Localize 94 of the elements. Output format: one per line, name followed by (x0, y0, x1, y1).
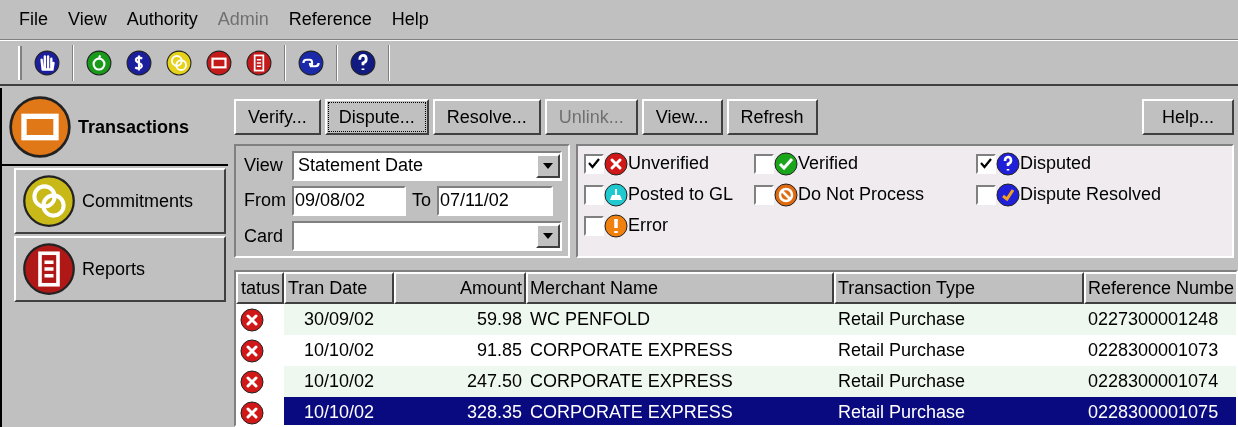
action-button[interactable]: Refresh (726, 99, 818, 135)
error-icon (604, 213, 628, 238)
check-icon (588, 158, 600, 169)
column-header[interactable]: Transaction Type (834, 272, 1084, 304)
status-label: Do Not Process (798, 183, 925, 206)
table-cell-text: WC PENFOLD (529, 308, 651, 331)
verified-icon (774, 151, 798, 176)
hand-button[interactable] (32, 47, 62, 78)
column-header[interactable]: Amount (394, 272, 526, 304)
rings-icon (166, 49, 192, 76)
disputed-icon (996, 151, 1020, 176)
menu-item[interactable]: Help (388, 6, 432, 33)
checkbox[interactable] (976, 184, 996, 205)
table-row[interactable]: 10/10/02 247.50 CORPORATE EXPRESS Retail Purchase 0228300001074 (236, 366, 1236, 397)
hand-icon (34, 49, 60, 76)
checkbox[interactable] (584, 215, 604, 236)
status-label: Disputed (1020, 152, 1092, 175)
sidebar-tab[interactable]: Reports (14, 236, 226, 302)
help-button[interactable] (348, 47, 378, 78)
document-icon (22, 242, 76, 296)
caret-icon (543, 233, 553, 240)
action-button[interactable]: Dispute... (324, 99, 429, 135)
table-cell-text: Retail Purchase (837, 308, 967, 331)
help-button[interactable]: Help... (1141, 99, 1234, 135)
action-button[interactable]: Verify... (234, 99, 321, 135)
table-cell-text: CORPORATE EXPRESS (529, 370, 734, 393)
from-label: From (244, 189, 286, 213)
menu-item[interactable]: Authority (123, 6, 201, 33)
table-row[interactable]: 10/10/02 328.35 CORPORATE EXPRESS Retail Purchase 0228300001075 (236, 397, 1236, 425)
menu-item[interactable]: View (65, 6, 110, 33)
unverified-icon (240, 369, 264, 394)
table-cell-text: 0228300001075 (1087, 401, 1220, 424)
status-label: Unverified (628, 152, 710, 175)
menu-item[interactable]: Reference (285, 6, 375, 33)
document-icon (246, 49, 272, 76)
table-cell-text: 59.98 (475, 308, 523, 331)
table-cell-text: 10/10/02 (302, 401, 376, 424)
status-label: Dispute Resolved (1020, 183, 1162, 206)
status-label: Error (628, 214, 668, 237)
help-icon (350, 49, 376, 76)
to-date-field[interactable]: 07/11/02 (437, 186, 553, 216)
status-label: Posted to GL (628, 183, 734, 206)
dispute-resolved-icon (996, 182, 1020, 207)
card-icon (206, 49, 232, 76)
rings-icon (22, 174, 76, 228)
table-cell-text: Retail Purchase (837, 401, 967, 424)
dropdown-button[interactable] (536, 153, 560, 178)
card-dropdown[interactable] (292, 221, 562, 252)
table-cell-text: Retail Purchase (837, 370, 967, 393)
checkbox[interactable] (754, 184, 774, 205)
document-button[interactable] (244, 47, 274, 78)
table-cell-text: 328.35 (465, 401, 523, 424)
unverified-icon (240, 307, 264, 332)
status-label: Verified (798, 152, 859, 175)
table-cell-text: 247.50 (465, 370, 523, 393)
table-cell-text: CORPORATE EXPRESS (529, 401, 734, 424)
table-cell-text: 91.85 (475, 339, 523, 362)
check-icon (980, 158, 992, 169)
view-label: View (244, 154, 284, 178)
table-row[interactable]: 30/09/02 59.98 WC PENFOLD Retail Purchase 0227300001248 (236, 304, 1236, 335)
rings-button[interactable] (164, 47, 194, 78)
card-label: Card (244, 224, 284, 248)
column-header[interactable]: tatus (236, 272, 284, 304)
table-cell-text: 0228300001073 (1087, 339, 1220, 362)
table-cell-text: Retail Purchase (837, 339, 967, 362)
checkbox[interactable] (976, 153, 996, 174)
do-not-process-icon (774, 182, 798, 207)
to-label: To (412, 189, 431, 213)
column-header[interactable]: Reference Numbe (1084, 272, 1236, 304)
unverified-icon (604, 151, 628, 176)
action-button[interactable]: Resolve... (432, 99, 541, 135)
menu-item[interactable]: File (16, 6, 51, 33)
card-button[interactable] (204, 47, 234, 78)
dropdown-button[interactable] (536, 224, 560, 249)
table-cell-text: 30/09/02 (302, 308, 376, 331)
dollar-button[interactable] (124, 47, 154, 78)
table-cell-text: CORPORATE EXPRESS (529, 339, 734, 362)
table-cell-text: 0228300001074 (1087, 370, 1220, 393)
action-button[interactable]: View... (641, 99, 723, 135)
from-date-field[interactable]: 09/08/02 (292, 186, 406, 216)
card-icon (8, 95, 72, 159)
sidebar-tab[interactable]: Commitments (14, 168, 226, 234)
table-cell-text: 10/10/02 (302, 339, 376, 362)
column-header[interactable]: Merchant Name (526, 272, 834, 304)
unverified-icon (240, 338, 264, 363)
dollar-icon (126, 49, 152, 76)
table-cell-text: 10/10/02 (302, 370, 376, 393)
column-header[interactable]: Tran Date (284, 272, 394, 304)
checkbox[interactable] (584, 184, 604, 205)
table-cell-text: 0227300001248 (1087, 308, 1220, 331)
checkbox[interactable] (754, 153, 774, 174)
caret-icon (543, 162, 553, 169)
view-dropdown[interactable]: Statement Date (292, 150, 562, 181)
checkbox[interactable] (584, 153, 604, 174)
